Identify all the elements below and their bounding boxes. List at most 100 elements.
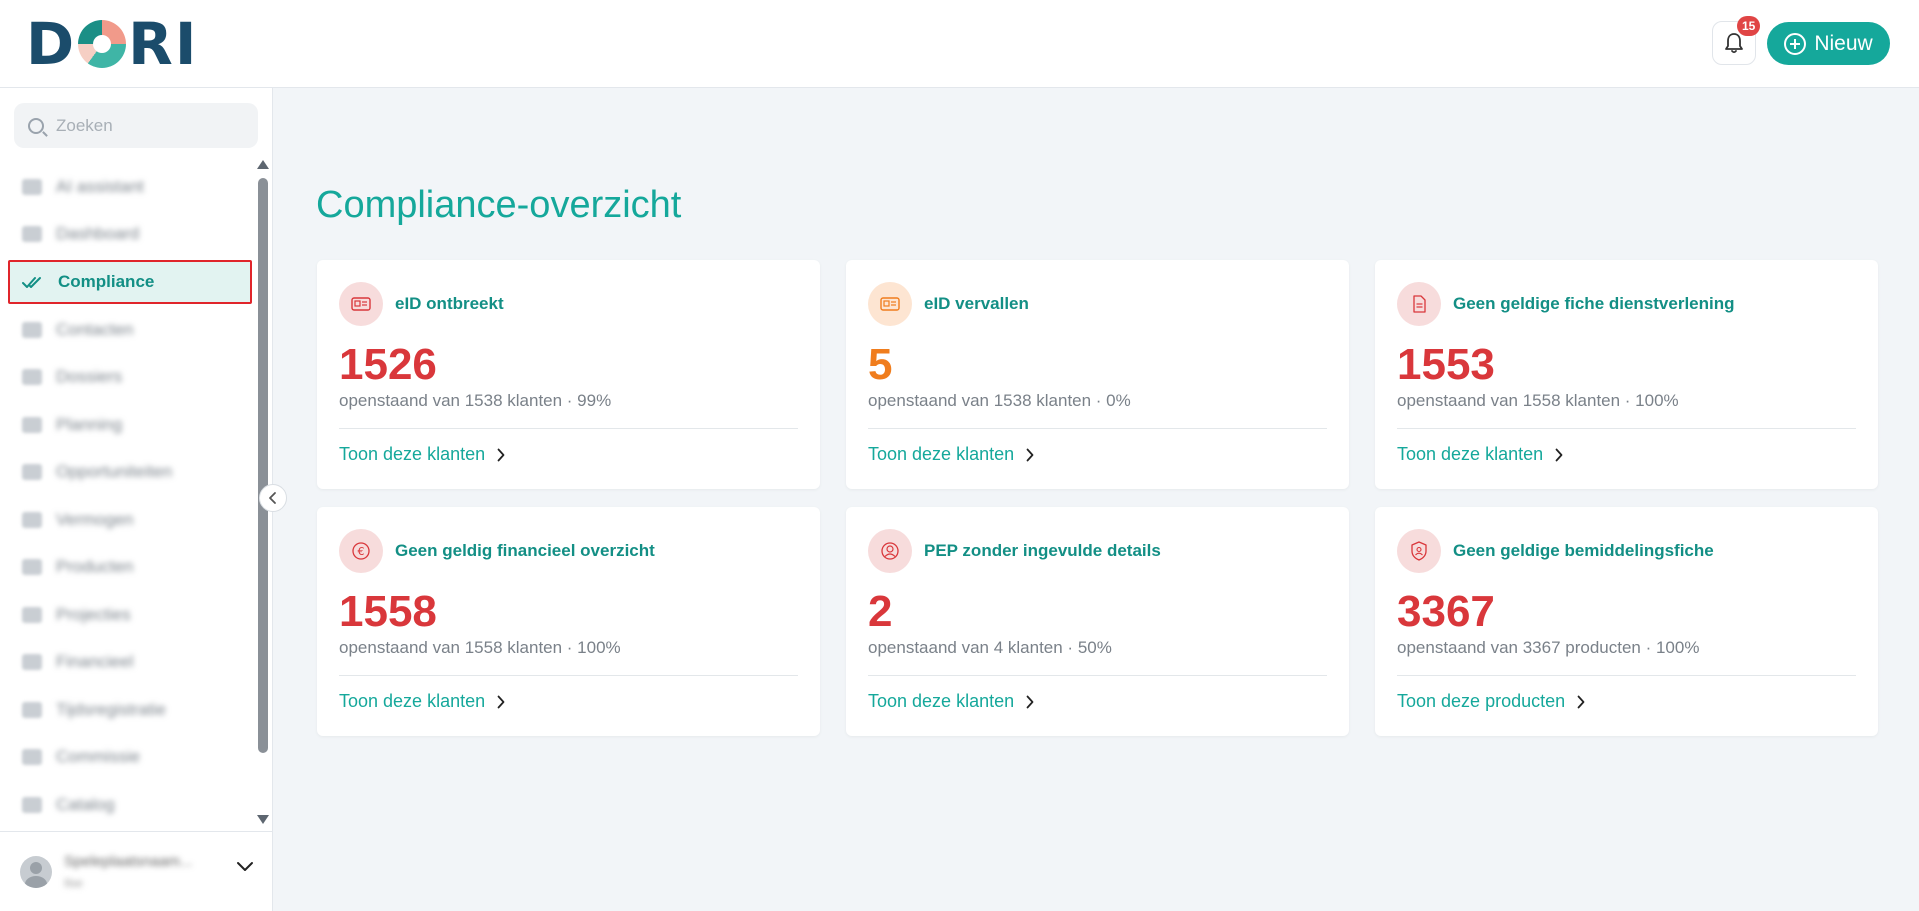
wealth-icon <box>22 511 42 528</box>
chevron-right-icon <box>1555 448 1563 461</box>
show-customers-link[interactable]: Toon deze klanten <box>339 444 505 465</box>
id-card-icon <box>339 282 383 326</box>
sidebar-item-vermogen[interactable]: Vermogen <box>10 496 250 544</box>
card-value: 1553 <box>1397 340 1495 389</box>
card-value: 2 <box>868 587 893 636</box>
shield-icon <box>1397 529 1441 573</box>
opportunity-icon <box>22 464 42 481</box>
sidebar-item-dashboard[interactable]: Dashboard <box>10 211 250 259</box>
compliance-card-eid-expired: eID vervallen 5 openstaand van 1538 klan… <box>846 260 1349 489</box>
catalog-icon <box>22 796 42 813</box>
card-divider <box>339 675 798 676</box>
notification-count-badge: 15 <box>1737 16 1761 36</box>
avatar <box>20 855 52 888</box>
card-subtitle: openstaand van 1538 klanten · 0% <box>868 391 1131 410</box>
chevron-right-icon <box>1026 695 1034 708</box>
chevron-right-icon <box>1026 448 1034 461</box>
sidebar-item-financieel[interactable]: Financieel <box>10 639 250 687</box>
show-customers-link[interactable]: Toon deze klanten <box>868 691 1034 712</box>
search-input[interactable] <box>56 115 236 136</box>
compliance-card-mediation-sheet: Geen geldige bemiddelingsfiche 3367 open… <box>1375 507 1878 736</box>
sidebar-item-tijdsregistratie[interactable]: Tijdsregistratie <box>10 686 250 734</box>
ai-icon <box>22 178 42 195</box>
show-customers-link[interactable]: Toon deze klanten <box>868 444 1034 465</box>
card-title: Geen geldige fiche dienstverlening <box>1453 294 1735 313</box>
sidebar-item-catalog[interactable]: Catalog <box>10 781 250 829</box>
show-customers-link[interactable]: Toon deze klanten <box>339 691 505 712</box>
sidebar-item-opportuniteiten[interactable]: Opportuniteiten <box>10 449 250 497</box>
sidebar-item-projecties[interactable]: Projecties <box>10 591 250 639</box>
user-circle-icon <box>868 529 912 573</box>
card-title: PEP zonder ingevulde details <box>924 541 1161 560</box>
dori-logo[interactable]: D RI <box>26 15 198 73</box>
chevron-right-icon <box>1577 695 1585 708</box>
compliance-card-pep-details: PEP zonder ingevulde details 2 openstaan… <box>846 507 1349 736</box>
folder-icon <box>22 369 42 386</box>
sidebar-item-label: Compliance <box>58 272 155 291</box>
user-menu[interactable]: Speleplaatsnaam... Ilse <box>0 831 273 911</box>
compliance-card-eid-missing: eID ontbreekt 1526 openstaand van 1538 k… <box>317 260 820 489</box>
card-subtitle: openstaand van 1558 klanten · 100% <box>339 638 621 657</box>
card-title: Geen geldige bemiddelingsfiche <box>1453 541 1714 560</box>
logo-o-mark <box>78 20 127 68</box>
compliance-card-financial-overview: € Geen geldig financieel overzicht 1558 … <box>317 507 820 736</box>
euro-icon: € <box>339 529 383 573</box>
svg-text:€: € <box>358 545 365 558</box>
card-value: 3367 <box>1397 587 1495 636</box>
double-check-icon <box>22 277 41 288</box>
user-role: Ilse <box>64 876 83 890</box>
contacts-icon <box>22 321 42 338</box>
commission-icon <box>22 749 42 766</box>
sidebar: AI assistant Dashboard Compliance Contac… <box>0 88 273 911</box>
show-customers-link[interactable]: Toon deze klanten <box>1397 444 1563 465</box>
scroll-down-arrow[interactable] <box>257 815 269 824</box>
card-divider <box>868 675 1327 676</box>
product-icon <box>22 559 42 576</box>
document-icon <box>1397 282 1441 326</box>
plus-circle-icon <box>1784 32 1807 55</box>
sidebar-item-commissie[interactable]: Commissie <box>10 734 250 782</box>
sidebar-item-planning[interactable]: Planning <box>10 401 250 449</box>
card-subtitle: openstaand van 1538 klanten · 99% <box>339 391 612 410</box>
card-subtitle: openstaand van 4 klanten · 50% <box>868 638 1112 657</box>
page-title: Compliance-overzicht <box>316 184 682 226</box>
search-box[interactable] <box>14 103 258 148</box>
compliance-card-service-sheet: Geen geldige fiche dienstverlening 1553 … <box>1375 260 1878 489</box>
scroll-up-arrow[interactable] <box>257 160 269 169</box>
show-products-link[interactable]: Toon deze producten <box>1397 691 1585 712</box>
sidebar-scrollbar[interactable] <box>258 178 268 753</box>
bell-icon <box>1725 33 1743 54</box>
sidebar-item-dossiers[interactable]: Dossiers <box>10 354 250 402</box>
card-value: 1526 <box>339 340 437 389</box>
collapse-sidebar-button[interactable] <box>259 484 287 512</box>
dashboard-icon <box>22 226 42 243</box>
time-icon <box>22 701 42 718</box>
sidebar-item-ai-assistant[interactable]: AI assistant <box>10 163 250 211</box>
id-card-icon <box>868 282 912 326</box>
card-value: 5 <box>868 340 893 389</box>
card-divider <box>1397 675 1856 676</box>
new-button[interactable]: Nieuw <box>1767 22 1890 65</box>
card-value: 1558 <box>339 587 437 636</box>
sidebar-item-compliance[interactable]: Compliance <box>8 260 252 304</box>
card-subtitle: openstaand van 1558 klanten · 100% <box>1397 391 1679 410</box>
sidebar-item-contacten[interactable]: Contacten <box>10 306 250 354</box>
new-button-label: Nieuw <box>1814 31 1873 55</box>
chevron-right-icon <box>497 448 505 461</box>
card-divider <box>868 428 1327 429</box>
card-divider <box>339 428 798 429</box>
user-name: Speleplaatsnaam... <box>64 853 193 870</box>
sidebar-item-producten[interactable]: Producten <box>10 544 250 592</box>
projection-icon <box>22 606 42 623</box>
sidebar-nav: AI assistant Dashboard Compliance Contac… <box>8 163 252 829</box>
card-title: Geen geldig financieel overzicht <box>395 541 655 560</box>
card-title: eID vervallen <box>924 294 1029 313</box>
card-divider <box>1397 428 1856 429</box>
calendar-icon <box>22 416 42 433</box>
card-subtitle: openstaand van 3367 producten · 100% <box>1397 638 1700 657</box>
chevron-down-icon[interactable] <box>236 860 254 872</box>
finance-icon <box>22 654 42 671</box>
top-bar: D RI 15 Nieuw <box>0 0 1919 88</box>
chevron-right-icon <box>497 695 505 708</box>
card-title: eID ontbreekt <box>395 294 504 313</box>
